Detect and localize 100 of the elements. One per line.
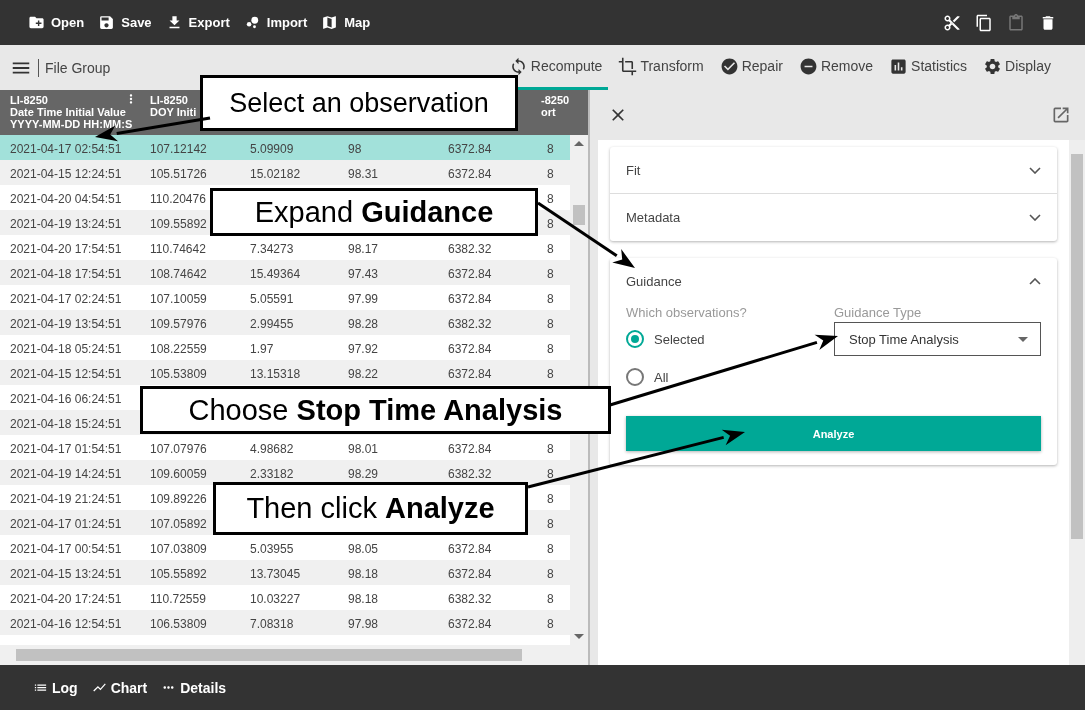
table-cell: 2021-04-17 02:54:51 (10, 141, 122, 156)
table-cell: 2.33182 (250, 466, 294, 481)
table-cell: 4.98682 (250, 441, 294, 456)
table-cell: 2021-04-17 00:54:51 (10, 541, 122, 556)
radio-button[interactable] (626, 368, 644, 386)
scroll-down-icon[interactable] (574, 634, 585, 639)
table-cell: 98 (348, 141, 362, 156)
table-cell: 8 (547, 591, 554, 606)
cut-icon[interactable] (943, 13, 961, 32)
toolbar-button[interactable]: Map (321, 14, 371, 31)
toolbar-button[interactable]: Import (243, 14, 308, 31)
table-cell: 2021-04-16 12:54:51 (10, 616, 122, 631)
open-external-icon[interactable] (1051, 105, 1071, 125)
table-cell: 108.74642 (150, 266, 207, 281)
table-cell: 98.22 (348, 366, 379, 381)
table-cell: 8 (547, 566, 554, 581)
table-cell: 7.34273 (250, 241, 294, 256)
table-cell: 2021-04-20 04:54:51 (10, 191, 122, 206)
table-cell: 105.53809 (150, 366, 207, 381)
table-cell: 98.18 (348, 591, 379, 606)
bottom-tab[interactable]: Chart (91, 679, 148, 696)
table-cell: 97.98 (348, 616, 379, 631)
scrollbar-thumb[interactable] (573, 205, 586, 225)
table-cell: 7.08318 (250, 616, 294, 631)
table-cell: 107.07976 (150, 441, 207, 456)
dropdown-arrow-icon (1018, 336, 1028, 342)
table-cell: 106.53809 (150, 616, 207, 631)
selected-row[interactable]: 2021-04-17 02:54:51 107.12142 5.09909 98 6372.84 8 (0, 135, 571, 160)
bottom-tab[interactable]: Log (33, 679, 78, 696)
callout-box: Select an observation (200, 75, 518, 131)
table-cell: 98.31 (348, 166, 379, 181)
table-cell: 110.20476 (150, 191, 206, 206)
table-cell: 8 (547, 216, 554, 231)
radio-label: All (654, 369, 669, 385)
table-cell: 6382.32 (448, 591, 492, 606)
field-label: Which observations? (626, 305, 748, 320)
table-cell: 107.10059 (150, 291, 207, 306)
table-cell: 97.43 (348, 266, 379, 281)
table-cell: 2021-04-17 01:24:51 (10, 516, 122, 531)
table-cell: 8 (547, 491, 554, 506)
bottom-tab[interactable]: Details (161, 679, 227, 696)
toolbar-button[interactable]: Export (165, 14, 230, 31)
table-cell: 2021-04-15 13:24:51 (10, 566, 122, 581)
column-header[interactable]: -8250 ort (541, 94, 570, 118)
radio-button[interactable] (626, 330, 644, 348)
accordion-header[interactable]: Metadata (610, 194, 1057, 241)
table-cell: 107.12142 (150, 141, 207, 156)
accordion-header[interactable]: Fit (610, 147, 1057, 194)
callout-box: Expand Guidance (210, 188, 538, 236)
table-cell: 2021-04-19 14:24:51 (10, 466, 122, 481)
table-cell: 10.03227 (250, 591, 301, 606)
table-cell: 6382.32 (448, 316, 492, 331)
callout-box: Then click Analyze (213, 482, 528, 535)
table-cell: 6372.84 (448, 141, 492, 156)
toolbar-button[interactable]: Open (28, 14, 85, 31)
accordion-header[interactable]: Guidance (610, 258, 1057, 305)
table-cell: 15.49364 (250, 266, 301, 281)
table-cell: 8 (547, 266, 554, 281)
radio-option[interactable]: All (626, 358, 834, 396)
table-cell: 2021-04-17 02:24:51 (10, 291, 122, 306)
table-cell: 8 (547, 466, 554, 481)
table-cell: 2021-04-19 13:54:51 (10, 316, 122, 331)
file-group-menu[interactable]: File Group (10, 45, 111, 90)
chevron-icon (1029, 278, 1041, 285)
horizontal-scrollbar[interactable] (0, 645, 588, 665)
table-cell: 1.97 (250, 341, 274, 356)
table-cell: 6382.32 (448, 241, 492, 256)
table-cell: 105.51726 (150, 166, 207, 181)
scrollbar-thumb[interactable] (1071, 154, 1083, 539)
radio-option[interactable]: Selected (626, 320, 834, 358)
table-cell: 98.29 (348, 466, 379, 481)
table-cell: 8 (547, 366, 554, 381)
chevron-icon (1029, 166, 1041, 174)
table-cell: 6372.84 (448, 441, 492, 456)
column-header[interactable]: LI-8250 DOY Initi (150, 94, 197, 118)
table-cell: 97.99 (348, 291, 379, 306)
scrollbar-thumb[interactable] (16, 649, 522, 661)
folder-plus-icon (28, 14, 45, 31)
toolbar-tab[interactable]: Transform (612, 45, 710, 90)
table-cell: 6372.84 (448, 366, 492, 381)
table-cell: 2021-04-15 12:24:51 (10, 166, 122, 181)
toolbar-tab[interactable]: Statistics (883, 45, 974, 90)
copy-icon[interactable] (975, 13, 993, 32)
table-cell: 109.57976 (150, 316, 207, 331)
table-cell: 2021-04-17 01:54:51 (10, 441, 122, 456)
table-cell: 109.60059 (150, 466, 207, 481)
vertical-scrollbar[interactable] (1069, 140, 1085, 665)
crop-icon (618, 56, 638, 76)
table-cell: 2021-04-18 17:54:51 (10, 266, 122, 281)
table-cell: 107.03809 (150, 541, 207, 556)
table-cell: 110.74642 (150, 241, 206, 256)
toolbar-tab[interactable]: Display (977, 45, 1057, 90)
toolbar-button[interactable]: Save (98, 14, 152, 31)
scroll-up-icon[interactable] (574, 141, 585, 146)
column-header[interactable]: LI-8250 Date Time Initial Value YYYY-MM-DD HH:MM:S (10, 94, 133, 130)
toolbar-tab[interactable]: Repair (713, 45, 789, 90)
dropdown-field[interactable]: Stop Time Analysis (834, 322, 1041, 356)
toolbar-tab[interactable]: Remove (792, 45, 880, 90)
chevron-icon (1029, 214, 1041, 221)
table-cell: 2021-04-20 17:24:51 (10, 591, 122, 606)
